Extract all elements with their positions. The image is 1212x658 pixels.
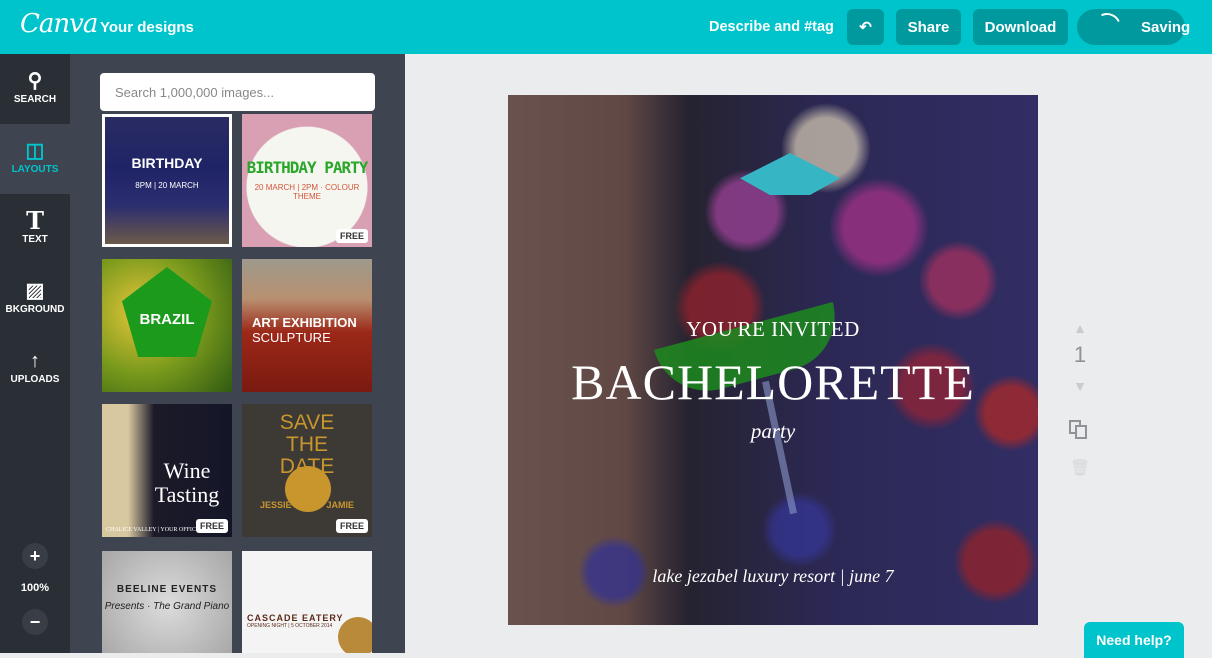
layout-thumb[interactable]: BRAZIL — [102, 259, 232, 392]
your-designs-link[interactable]: Your designs — [100, 19, 194, 36]
layout-thumb[interactable]: SAVE THE DATE JESSIE · OCT · JAMIE FREE — [242, 404, 372, 537]
duplicate-page-icon[interactable] — [1069, 420, 1091, 442]
party-text[interactable]: party — [508, 419, 1038, 444]
thumb-title: BRAZIL — [139, 311, 195, 328]
layouts-panel: BIRTHDAY 8PM | 20 MARCH BIRTHDAY PARTY 2… — [70, 54, 405, 653]
free-badge: FREE — [335, 229, 368, 243]
thumb-title: BEELINE EVENTS — [116, 584, 218, 595]
thumb-title: Wine Tasting — [154, 458, 220, 507]
search-icon: ⚲ — [27, 70, 43, 92]
download-button[interactable]: Download — [973, 9, 1068, 45]
invited-text[interactable]: YOU'RE INVITED — [508, 317, 1038, 342]
undo-icon: ↶ — [859, 19, 872, 36]
thumb-title: BIRTHDAY — [131, 155, 203, 171]
page-up-icon[interactable]: ▲ — [1065, 320, 1095, 336]
top-bar: Canva Your designs Describe and #tag ↶ S… — [0, 0, 1212, 54]
layout-thumb[interactable]: BIRTHDAY 8PM | 20 MARCH — [102, 114, 232, 247]
page-down-icon[interactable]: ▼ — [1065, 378, 1095, 394]
saving-status: Saving — [1077, 9, 1190, 45]
rail-item-text[interactable]: T TEXT — [0, 194, 70, 264]
rail-item-uploads[interactable]: ↑ UPLOADS — [0, 334, 70, 404]
thumb-sub: 20 MARCH | 2PM · COLOUR THEME — [254, 183, 360, 201]
thumb-title: ART EXHIBITION — [252, 315, 357, 330]
layouts-icon: ◫ — [25, 140, 45, 162]
trash-icon[interactable]: 🗑 — [1065, 458, 1095, 478]
share-button[interactable]: Share — [896, 9, 961, 45]
free-badge: FREE — [335, 519, 368, 533]
saving-label: Saving — [1141, 18, 1191, 36]
zoom-out-button[interactable]: − — [22, 609, 48, 635]
rail-item-layouts[interactable]: ◫ LAYOUTS — [0, 124, 70, 194]
layout-thumb[interactable]: BEELINE EVENTS Presents · The Grand Pian… — [102, 551, 232, 653]
cocktail-umbrella — [740, 153, 840, 195]
zoom-in-button[interactable]: + — [22, 543, 48, 569]
text-icon: T — [26, 206, 44, 235]
rail-label: UPLOADS — [10, 374, 60, 385]
zoom-level: 100% — [20, 582, 50, 594]
undo-button[interactable]: ↶ — [847, 9, 884, 45]
venue-text[interactable]: lake jezabel luxury resort | june 7 — [508, 566, 1038, 587]
rail-label: BKGROUND — [5, 304, 65, 315]
rail-item-search[interactable]: ⚲ SEARCH — [0, 54, 70, 124]
thumb-sub: JESSIE · OCT · JAMIE — [259, 500, 355, 510]
spinner-icon — [1089, 9, 1125, 45]
layout-thumb[interactable]: Wine Tasting CHALICE VALLEY | YOUR OFFIC… — [102, 404, 232, 537]
free-badge: FREE — [195, 519, 228, 533]
layout-thumb[interactable]: BIRTHDAY PARTY 20 MARCH | 2PM · COLOUR T… — [242, 114, 372, 247]
background-icon: ▨ — [25, 280, 45, 302]
describe-and-tag-link[interactable]: Describe and #tag — [709, 19, 834, 35]
title-text[interactable]: BACHELORETTE — [508, 353, 1038, 411]
thumb-sub: SCULPTURE — [252, 330, 331, 345]
image-search-input[interactable] — [100, 73, 375, 111]
left-rail: ⚲ SEARCH ◫ LAYOUTS T TEXT ▨ BKGROUND ↑ UPLOAD… — [0, 54, 70, 653]
thumb-title: BIRTHDAY PARTY — [246, 158, 369, 177]
canva-logo[interactable]: Canva — [20, 9, 98, 39]
thumb-sub: 8PM | 20 MARCH — [135, 181, 199, 190]
rail-label: SEARCH — [13, 94, 57, 105]
rail-label: TEXT — [22, 234, 48, 245]
design-canvas[interactable]: YOU'RE INVITED BACHELORETTE party lake j… — [508, 95, 1038, 625]
rail-label: LAYOUTS — [11, 164, 59, 175]
rail-item-background[interactable]: ▨ BKGROUND — [0, 264, 70, 334]
upload-icon: ↑ — [30, 350, 40, 372]
page-number: 1 — [1073, 342, 1087, 367]
thumb-sub: Presents · The Grand Piano — [104, 601, 230, 612]
layout-thumb[interactable]: CASCADE EATERY OPENING NIGHT | 5 OCTOBER… — [242, 551, 372, 653]
layout-thumb[interactable]: ART EXHIBITION SCULPTURE — [242, 259, 372, 392]
